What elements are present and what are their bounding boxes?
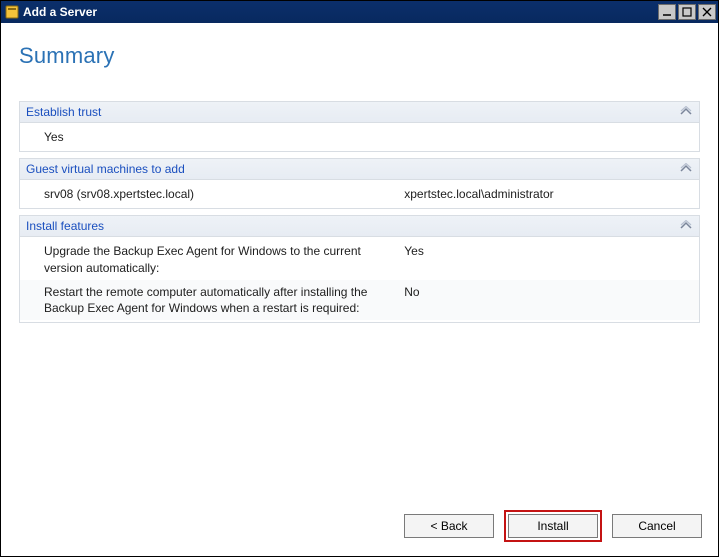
chevron-up-icon — [679, 163, 693, 175]
content-area: Summary Establish trust Yes Guest virtua… — [1, 23, 718, 501]
install-highlight: Install — [504, 510, 602, 542]
row-label: srv08 (srv08.xpertstec.local) — [44, 186, 404, 202]
minimize-button[interactable] — [658, 4, 676, 20]
section-body: Yes — [20, 123, 699, 151]
maximize-button[interactable] — [678, 4, 696, 20]
table-row: Upgrade the Backup Exec Agent for Window… — [20, 239, 699, 279]
row-label: Upgrade the Backup Exec Agent for Window… — [44, 243, 404, 275]
section-title: Install features — [26, 219, 104, 233]
chevron-up-icon — [679, 106, 693, 118]
window-controls — [656, 4, 716, 20]
row-value: xpertstec.local\administrator — [404, 186, 699, 202]
titlebar: Add a Server — [1, 1, 718, 23]
page-title: Summary — [19, 43, 700, 69]
row-value: Yes — [404, 243, 699, 275]
section-body: srv08 (srv08.xpertstec.local) xpertstec.… — [20, 180, 699, 208]
row-label: Restart the remote computer automaticall… — [44, 284, 404, 316]
row-value — [404, 129, 699, 145]
window-title: Add a Server — [23, 5, 656, 19]
row-value: No — [404, 284, 699, 316]
close-button[interactable] — [698, 4, 716, 20]
section-title: Guest virtual machines to add — [26, 162, 185, 176]
cancel-button[interactable]: Cancel — [612, 514, 702, 538]
section-title: Establish trust — [26, 105, 101, 119]
table-row: Yes — [20, 125, 699, 149]
section-body: Upgrade the Backup Exec Agent for Window… — [20, 237, 699, 322]
row-label: Yes — [44, 129, 404, 145]
section-header-guest-vms[interactable]: Guest virtual machines to add — [20, 159, 699, 180]
app-icon — [5, 5, 19, 19]
section-header-establish-trust[interactable]: Establish trust — [20, 102, 699, 123]
footer: < Back Install Cancel — [1, 501, 718, 556]
section-guest-vms: Guest virtual machines to add srv08 (srv… — [19, 158, 700, 209]
section-establish-trust: Establish trust Yes — [19, 101, 700, 152]
section-install-features: Install features Upgrade the Backup Exec… — [19, 215, 700, 323]
table-row: srv08 (srv08.xpertstec.local) xpertstec.… — [20, 182, 699, 206]
section-header-install-features[interactable]: Install features — [20, 216, 699, 237]
chevron-up-icon — [679, 220, 693, 232]
back-button[interactable]: < Back — [404, 514, 494, 538]
install-button[interactable]: Install — [508, 514, 598, 538]
table-row: Restart the remote computer automaticall… — [20, 280, 699, 320]
